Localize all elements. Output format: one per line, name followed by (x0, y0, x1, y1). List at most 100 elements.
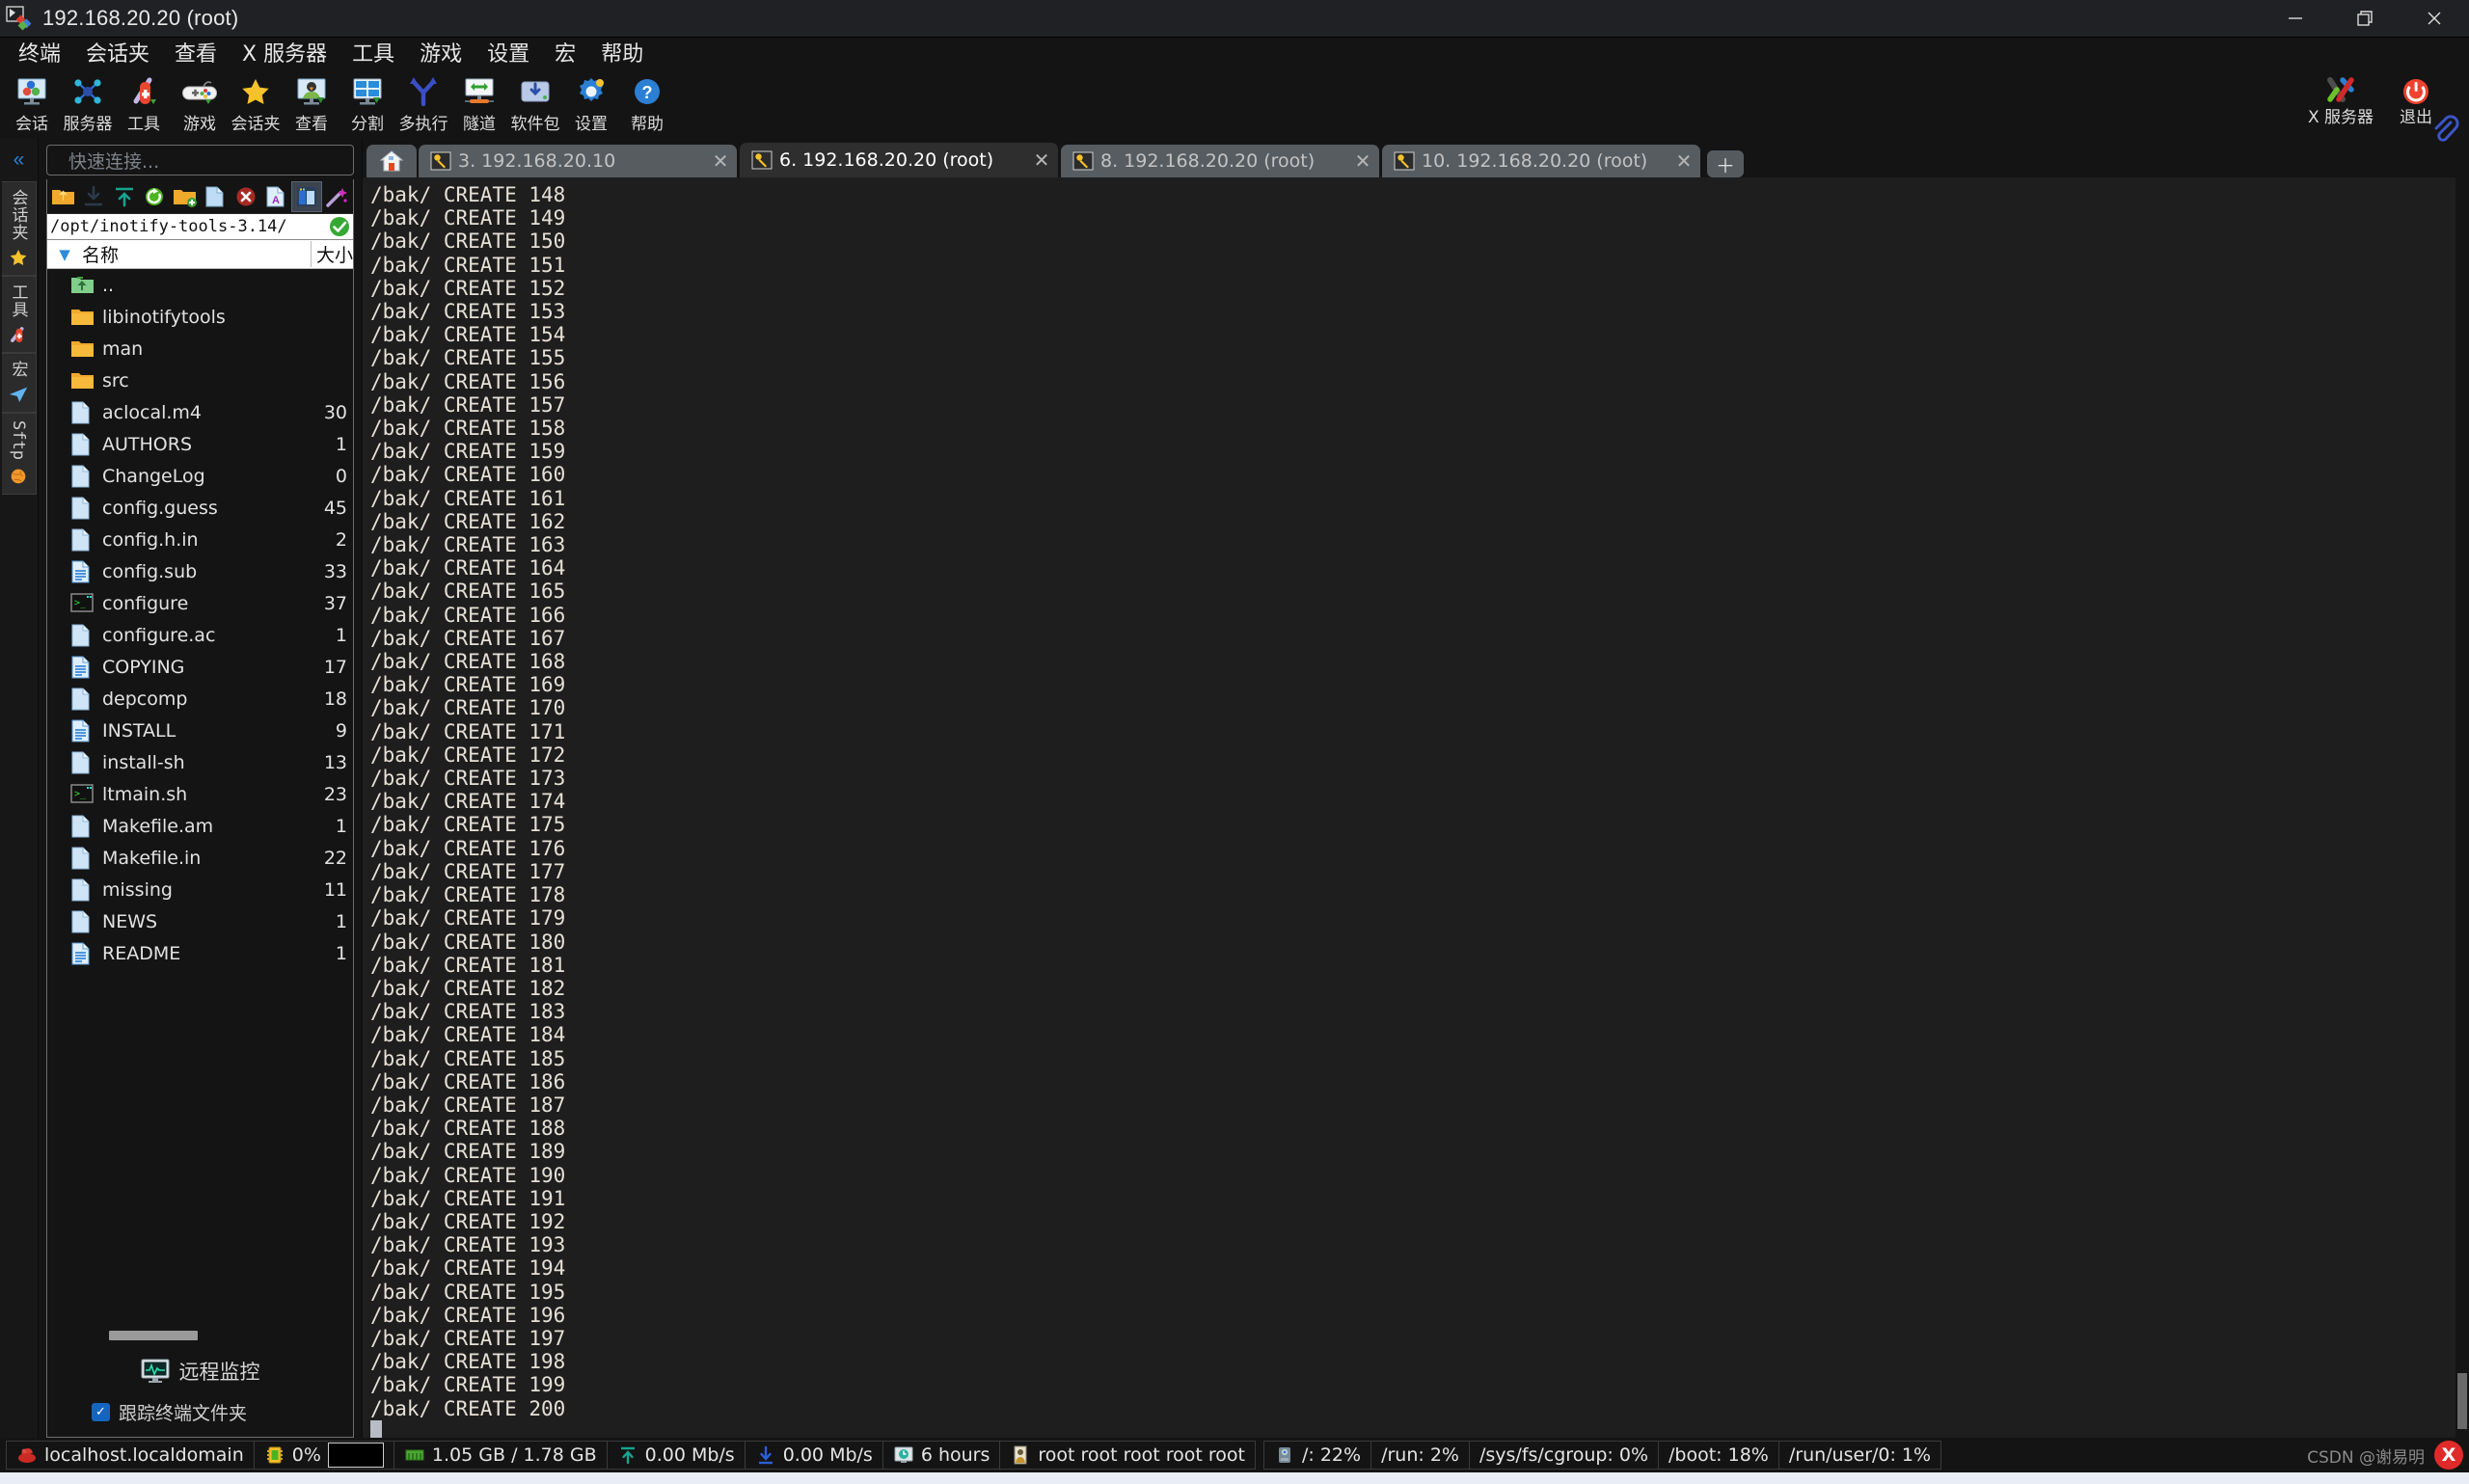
file-row[interactable]: >_ ltmain.sh 23 (47, 778, 353, 810)
file-row[interactable]: .. (47, 269, 353, 301)
minimize-button[interactable] (2261, 0, 2330, 38)
terminal-tab-active[interactable]: 6. 192.168.20.20 (root) ✕ (740, 143, 1058, 177)
sort-descending-icon[interactable]: ▼ (47, 246, 82, 263)
paperclip-icon[interactable] (2428, 114, 2461, 147)
tab-close-button[interactable]: ✕ (1350, 149, 1375, 174)
file-row[interactable]: man (47, 333, 353, 364)
column-name-label[interactable]: 名称 (82, 241, 311, 267)
terminal-tab[interactable]: 3. 192.168.20.10 ✕ (419, 145, 737, 177)
status-disk-root[interactable]: /: 22% (1264, 1442, 1372, 1469)
file-row[interactable]: configure.ac 1 (47, 619, 353, 651)
file-row[interactable]: config.h.in 2 (47, 524, 353, 555)
toolbar-tools-button[interactable]: 工具 (116, 72, 172, 134)
toolbar-split-button[interactable]: 分割 (339, 72, 395, 134)
toolbar-multiexec-button[interactable]: 多执行 (395, 72, 451, 134)
file-row[interactable]: Makefile.am 1 (47, 810, 353, 842)
new-tab-button[interactable]: ＋ (1707, 150, 1744, 177)
menu-help[interactable]: 帮助 (588, 41, 656, 68)
file-list-hscrollbar[interactable] (47, 1328, 353, 1343)
file-row[interactable]: depcomp 18 (47, 683, 353, 715)
path-input[interactable] (47, 217, 328, 236)
status-upload[interactable]: 0.00 Mb/s (608, 1442, 746, 1469)
file-row[interactable]: NEWS 1 (47, 905, 353, 937)
rail-tab-tools[interactable]: 工具 (1, 276, 37, 353)
tab-close-button[interactable]: ✕ (1671, 149, 1696, 174)
file-row[interactable]: aclocal.m4 30 (47, 396, 353, 428)
terminal-tab[interactable]: 10. 192.168.20.20 (root) ✕ (1382, 145, 1700, 177)
upload-icon[interactable] (110, 182, 139, 211)
parent-dir-icon[interactable] (49, 182, 78, 211)
text-edit-icon[interactable]: A (262, 182, 291, 211)
file-row[interactable]: >_ configure 37 (47, 587, 353, 619)
file-row[interactable]: src (47, 364, 353, 396)
status-hostname[interactable]: localhost.localdomain (7, 1442, 255, 1469)
column-size-label[interactable]: 大小 (311, 241, 353, 267)
terminal-tab[interactable]: 8. 192.168.20.20 (root) ✕ (1061, 145, 1379, 177)
menu-sessions[interactable]: 会话夹 (73, 41, 162, 68)
split-view-icon[interactable] (291, 180, 322, 212)
status-download[interactable]: 0.00 Mb/s (746, 1442, 883, 1469)
hscroll-thumb[interactable] (109, 1331, 198, 1340)
menu-terminal[interactable]: 终端 (6, 41, 73, 68)
follow-terminal-folder-row[interactable]: ✓ 跟踪终端文件夹 (47, 1399, 353, 1425)
status-disk-runuser[interactable]: /run/user/0: 1% (1779, 1442, 1940, 1469)
file-row[interactable]: README 1 (47, 937, 353, 969)
toolbar-session-button[interactable]: 会话 (4, 72, 60, 134)
file-row[interactable]: COPYING 17 (47, 651, 353, 683)
toolbar-settings-button[interactable]: 设置 (563, 72, 619, 134)
toolbar-games-button[interactable]: 游戏 (172, 72, 228, 134)
new-file-icon[interactable] (202, 182, 231, 211)
chevron-double-left-icon[interactable]: « (0, 139, 38, 181)
menu-macros[interactable]: 宏 (542, 41, 588, 68)
terminal-scrollbar-thumb[interactable] (2457, 1373, 2467, 1429)
status-uptime[interactable]: 6 hours (883, 1442, 1001, 1469)
status-users[interactable]: root root root root root (1000, 1442, 1255, 1469)
toolbar-tunnel-button[interactable]: 隧道 (451, 72, 507, 134)
file-row[interactable]: ChangeLog 0 (47, 460, 353, 492)
file-row[interactable]: missing 11 (47, 874, 353, 905)
file-row[interactable]: install-sh 13 (47, 746, 353, 778)
menu-view[interactable]: 查看 (162, 41, 230, 68)
status-disk-boot[interactable]: /boot: 18% (1659, 1442, 1779, 1469)
quick-connect-input[interactable]: 快速连接... (46, 145, 354, 175)
menu-games[interactable]: 游戏 (407, 41, 475, 68)
menu-settings[interactable]: 设置 (475, 41, 542, 68)
file-row[interactable]: config.guess 45 (47, 492, 353, 524)
menu-xserver[interactable]: X 服务器 (230, 41, 339, 68)
refresh-icon[interactable] (141, 182, 170, 211)
file-row[interactable]: Makefile.in 22 (47, 842, 353, 874)
status-cpu[interactable]: 0% (255, 1442, 394, 1469)
check-icon[interactable] (328, 215, 351, 238)
toolbar-help-button[interactable]: ? 帮助 (619, 72, 675, 134)
toolbar-packages-button[interactable]: 软件包 (507, 72, 563, 134)
terminal-scrollbar[interactable] (2455, 177, 2469, 1438)
rail-tab-sftp[interactable]: Sftp (1, 413, 37, 495)
remote-monitor-button[interactable]: 远程监控 (47, 1349, 353, 1399)
file-row[interactable]: config.sub 33 (47, 555, 353, 587)
status-disk-run[interactable]: /run: 2% (1371, 1442, 1470, 1469)
toolbar-view-button[interactable]: 查看 (284, 72, 339, 134)
delete-icon[interactable] (231, 182, 260, 211)
follow-terminal-folder-checkbox[interactable]: ✓ (92, 1403, 110, 1421)
file-row[interactable]: libinotifytools (47, 301, 353, 333)
toolbar-servers-button[interactable]: 服务器 (60, 72, 116, 134)
tab-close-button[interactable]: ✕ (1029, 148, 1054, 173)
maximize-button[interactable] (2330, 0, 2400, 38)
home-tab[interactable] (366, 145, 417, 177)
file-row[interactable]: AUTHORS 1 (47, 428, 353, 460)
close-button[interactable] (2400, 0, 2469, 38)
rail-tab-sessions[interactable]: 会话夹 (1, 181, 37, 276)
file-row[interactable]: INSTALL 9 (47, 715, 353, 746)
menu-tools[interactable]: 工具 (339, 41, 407, 68)
download-icon[interactable] (80, 182, 109, 211)
magic-wand-icon[interactable] (323, 182, 352, 211)
file-list[interactable]: .. libinotifytools man src aclocal.m4 30 AUTHO… (47, 269, 353, 1328)
tab-close-button[interactable]: ✕ (708, 149, 733, 174)
toolbar-sessions-folder-button[interactable]: 会话夹 (228, 72, 284, 134)
terminal-output[interactable]: /bak/ CREATE 148 /bak/ CREATE 149 /bak/ … (363, 177, 2469, 1438)
toolbar-xserver-button[interactable]: X 服务器 (2303, 72, 2378, 127)
status-memory[interactable]: 1.05 GB / 1.78 GB (394, 1442, 608, 1469)
status-disk-cgroup[interactable]: /sys/fs/cgroup: 0% (1470, 1442, 1660, 1469)
rail-tab-macros[interactable]: 宏 (1, 353, 37, 413)
new-folder-icon[interactable] (171, 182, 200, 211)
